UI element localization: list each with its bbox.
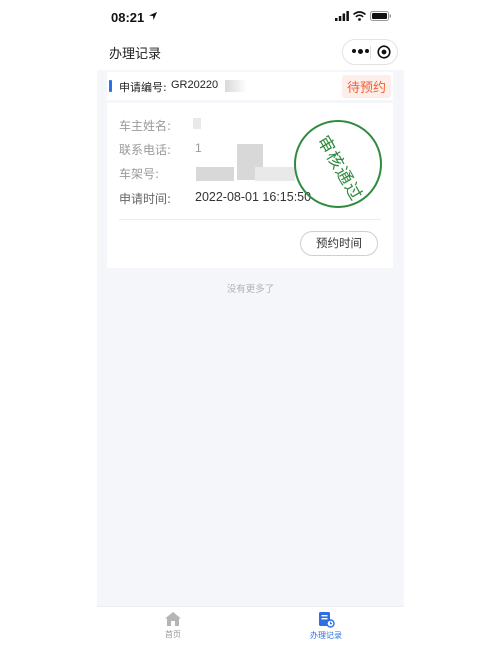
records-icon [319,612,335,628]
phone-value: 1 [195,141,202,155]
tab-records[interactable]: 办理记录 [296,611,356,641]
card-divider [119,219,381,220]
home-icon [165,612,181,626]
more-icon[interactable] [352,48,369,54]
redaction-blur [225,80,247,92]
status-badge: 待预约 [341,75,391,98]
record-card[interactable]: 车主姓名: 联系电话: 1 车架号: 申请时间: 2022-08-01 16:1… [107,103,393,268]
phone-screen: 08:21 办理记录 申请编号: GR20220 待预约 车主姓名: 联系电话:… [97,0,404,648]
mini-program-capsule [342,39,398,65]
stamp-text: 审核通过 [312,132,366,205]
status-bar: 08:21 [97,0,404,34]
vin-label: 车架号: [119,167,160,181]
redaction-mask [196,167,234,181]
redaction-mask [193,118,201,129]
approved-stamp: 审核通过 [294,120,382,208]
tab-records-label: 办理记录 [310,631,342,640]
book-time-button[interactable]: 预约时间 [300,231,378,256]
list-end-text: 没有更多了 [226,284,275,295]
status-icons [335,11,392,21]
tab-home[interactable]: 首页 [143,611,203,640]
accent-bar [109,80,112,92]
application-number-value: GR20220 [171,79,219,91]
nav-bar: 办理记录 [97,34,404,70]
wifi-icon [353,11,366,21]
signal-icon [335,11,349,21]
page-title: 办理记录 [109,47,162,62]
record-header: 申请编号: GR20220 待预约 [107,72,393,100]
close-target-icon[interactable] [377,45,391,59]
capsule-divider [370,46,371,59]
redaction-mask [255,167,295,181]
owner-name-label: 车主姓名: [119,119,172,133]
phone-label: 联系电话: [119,143,172,157]
application-number-label: 申请编号: [119,81,167,94]
battery-icon [370,11,391,21]
location-arrow-icon [149,12,157,20]
apply-time-value: 2022-08-01 16:15:50 [195,190,312,204]
apply-time-label: 申请时间: [119,192,172,206]
tab-home-label: 首页 [165,630,181,639]
status-time: 08:21 [111,10,145,25]
tab-bar: 首页 办理记录 [97,606,404,648]
